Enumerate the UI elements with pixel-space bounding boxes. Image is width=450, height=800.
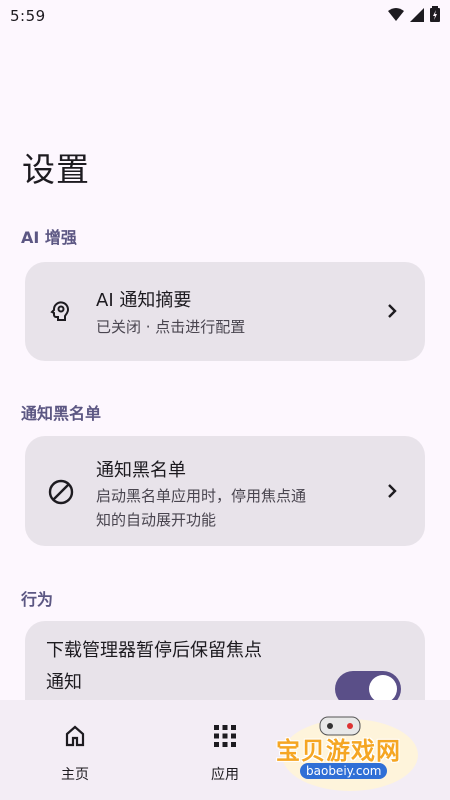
chevron-right-icon — [385, 484, 399, 498]
section-header-ai: AI 增强 — [21, 228, 77, 247]
nav-label-home: 主页 — [61, 767, 89, 783]
watermark-logo: 宝贝游戏网 baobeiy.com — [272, 715, 422, 795]
notification-blacklist-card[interactable]: 通知黑名单 启动黑名单应用时，停用焦点通 知的自动展开功能 — [25, 436, 425, 546]
ai-brain-icon — [47, 297, 75, 325]
nav-label-apps: 应用 — [211, 767, 239, 783]
block-icon — [47, 478, 75, 506]
apps-grid-icon — [211, 722, 239, 750]
nav-item-home[interactable]: 主页 — [25, 722, 125, 784]
keep-focus-label-line1: 下载管理器暂停后保留焦点 — [46, 640, 262, 661]
toggle-thumb — [369, 675, 397, 703]
blacklist-subtitle-line2: 知的自动展开功能 — [96, 511, 217, 529]
status-time: 5:59 — [10, 7, 46, 25]
section-header-blacklist: 通知黑名单 — [21, 404, 102, 423]
cellular-icon — [410, 7, 424, 26]
keep-focus-notification-label: 下载管理器暂停后保留焦点 通知 — [46, 635, 316, 699]
ai-summary-card[interactable]: AI 通知摘要 已关闭 · 点击进行配置 — [25, 262, 425, 361]
section-header-behavior: 行为 — [21, 590, 54, 609]
keep-focus-label-line2: 通知 — [46, 672, 82, 693]
ai-summary-title: AI 通知摘要 — [96, 290, 192, 311]
status-bar: 5:59 — [0, 0, 450, 32]
home-icon — [61, 722, 89, 750]
battery-charging-icon — [430, 6, 440, 26]
watermark-url: baobeiy.com — [300, 763, 388, 779]
chevron-right-icon — [385, 304, 399, 318]
watermark-text: 宝贝游戏网 — [276, 737, 401, 765]
page-title: 设置 — [22, 150, 90, 189]
blacklist-title: 通知黑名单 — [96, 460, 186, 481]
ai-summary-subtitle: 已关闭 · 点击进行配置 — [96, 318, 246, 336]
wifi-icon — [388, 7, 404, 26]
status-icons — [388, 6, 440, 26]
blacklist-subtitle-line1: 启动黑名单应用时，停用焦点通 — [96, 487, 307, 505]
nav-item-apps[interactable]: 应用 — [175, 722, 275, 784]
